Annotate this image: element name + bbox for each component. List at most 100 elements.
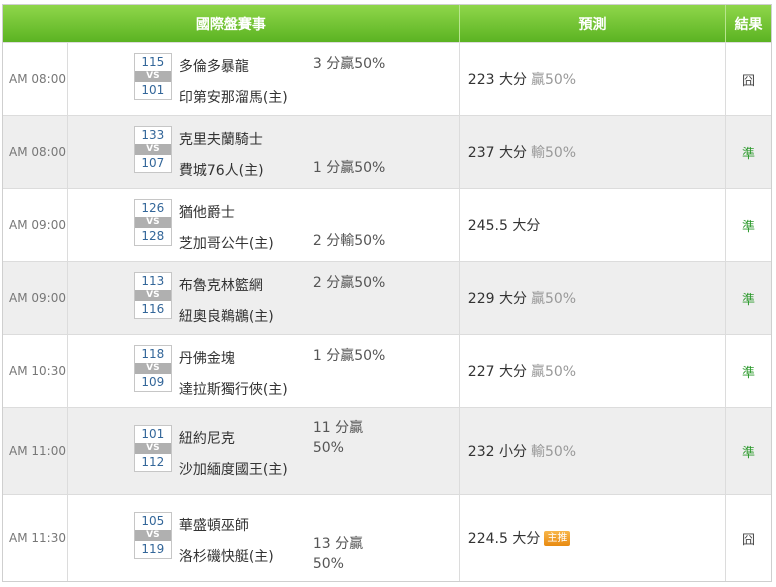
match-time: AM 08:00 [3, 43, 68, 115]
prediction-cell: 229 大分 贏50% [460, 262, 727, 334]
prediction-value: 237 大分 [467, 145, 527, 161]
prediction-cell: 245.5 大分 [460, 189, 727, 261]
match-cell: 133 VS 107 克里夫蘭騎士 費城76人(主) 1 分贏50% [68, 116, 460, 188]
table-row: AM 10:30 118 VS 109 丹佛金塊達拉斯獨行俠(主) 1 分贏50% 227 … [3, 334, 771, 407]
spread-odds: 2 分贏50% [312, 275, 386, 291]
match-cell: 105 VS 119 華盛頓巫師洛杉磯快艇(主) 13 分贏 50% [68, 495, 460, 581]
team-away[interactable]: 猶他爵士 [179, 202, 235, 222]
score-home: 116 [141, 302, 165, 316]
score-home: 128 [141, 229, 165, 243]
table-header: 國際盤賽事 預測 結果 [3, 5, 771, 42]
match-time: AM 11:00 [3, 408, 68, 494]
score-box: 105 VS 119 [133, 512, 172, 559]
score-away: 133 [141, 128, 165, 142]
prediction-value: 229 大分 [467, 291, 527, 307]
score-away: 118 [141, 347, 165, 361]
spread-odds: 1 分贏50% [312, 160, 386, 176]
table-body: AM 08:00 115 VS 101 多倫多暴龍 印第安那溜馬(主) 3 分贏50% 223… [3, 42, 771, 581]
prediction-value: 245.5 大分 [467, 218, 541, 234]
featured-badge: 主推 [544, 530, 571, 546]
score-box: 133 VS 107 [133, 126, 172, 173]
vs-label: VS [134, 443, 171, 454]
result-status: 準 [742, 365, 756, 381]
prediction-odds: 贏50% [530, 72, 577, 88]
score-home: 101 [141, 83, 165, 97]
team-home[interactable]: 紐奧良鵜鶘(主) [179, 306, 274, 326]
match-table: 國際盤賽事 預測 結果 AM 08:00 115 VS 101 多倫多暴龍 印第安那溜馬(… [2, 4, 772, 582]
team-away[interactable]: 多倫多暴龍 [179, 56, 249, 76]
team-away[interactable]: 克里夫蘭騎士 [179, 129, 263, 149]
score-box: 113 VS 116 [133, 272, 172, 319]
match-time: AM 08:00 [3, 116, 68, 188]
prediction-odds: 贏50% [530, 364, 577, 380]
prediction-cell: 232 小分 輸50% [460, 408, 727, 494]
team-away[interactable]: 丹佛金塊 [179, 348, 235, 368]
score-box: 126 VS 128 [133, 199, 172, 246]
team-home[interactable]: 印第安那溜馬(主) [179, 87, 288, 107]
score-away: 105 [141, 514, 165, 528]
vs-label: VS [134, 530, 171, 541]
team-home[interactable]: 達拉斯獨行俠(主) [179, 379, 288, 399]
vs-label: VS [134, 71, 171, 82]
table-row: AM 09:00 113 VS 116 布魯克林籃網 紐奧良鵜鶘(主) 2 分贏50% 229… [3, 261, 771, 334]
table-row: AM 11:00 101 VS 112 紐約尼克沙加緬度國王(主) 11 分贏 50% 232… [3, 407, 771, 494]
result-status: 囧 [742, 532, 756, 548]
spread-odds: 3 分贏50% [312, 56, 386, 72]
result-status: 準 [742, 445, 756, 461]
score-box: 101 VS 112 [133, 425, 172, 472]
vs-label: VS [134, 363, 171, 374]
prediction-odds: 輸50% [530, 444, 577, 460]
result-status: 囧 [742, 73, 756, 89]
score-box: 115 VS 101 [133, 53, 172, 100]
team-away[interactable]: 華盛頓巫師 [179, 515, 249, 535]
prediction-value: 227 大分 [467, 364, 527, 380]
team-away[interactable]: 布魯克林籃網 [179, 275, 263, 295]
match-time: AM 11:30 [3, 495, 68, 581]
spread-odds: 1 分贏50% [312, 348, 386, 364]
prediction-cell: 227 大分 贏50% [460, 335, 727, 407]
team-away[interactable]: 紐約尼克 [179, 428, 235, 448]
prediction-value: 223 大分 [467, 72, 527, 88]
team-home[interactable]: 費城76人(主) [179, 160, 264, 180]
prediction-value: 224.5 大分 [467, 531, 541, 547]
spread-odds: 11 分贏 50% [312, 420, 364, 456]
table-row: AM 11:30 105 VS 119 華盛頓巫師洛杉磯快艇(主) 13 分贏 50% 224… [3, 494, 771, 581]
score-away: 101 [141, 427, 165, 441]
prediction-cell: 237 大分 輸50% [460, 116, 727, 188]
prediction-value: 232 小分 [467, 444, 527, 460]
score-box: 118 VS 109 [133, 345, 172, 392]
match-cell: 126 VS 128 猶他爵士芝加哥公牛(主) 2 分輸50% [68, 189, 460, 261]
match-cell: 101 VS 112 紐約尼克沙加緬度國王(主) 11 分贏 50% [68, 408, 460, 494]
vs-label: VS [134, 217, 171, 228]
prediction-cell: 224.5 大分 主推 [460, 495, 727, 581]
score-home: 119 [141, 542, 165, 556]
header-matches: 國際盤賽事 [3, 5, 460, 42]
header-prediction: 預測 [460, 5, 727, 42]
match-cell: 118 VS 109 丹佛金塊達拉斯獨行俠(主) 1 分贏50% [68, 335, 460, 407]
prediction-odds: 贏50% [530, 291, 577, 307]
score-home: 107 [141, 156, 165, 170]
score-home: 112 [141, 455, 165, 469]
result-status: 準 [742, 219, 756, 235]
spread-odds: 2 分輸50% [312, 233, 386, 249]
match-time: AM 09:00 [3, 189, 68, 261]
prediction-cell: 223 大分 贏50% [460, 43, 727, 115]
spread-odds: 13 分贏 50% [312, 536, 364, 572]
match-cell: 113 VS 116 布魯克林籃網 紐奧良鵜鶘(主) 2 分贏50% [68, 262, 460, 334]
vs-label: VS [134, 144, 171, 155]
header-result: 結果 [734, 16, 763, 33]
score-away: 126 [141, 201, 165, 215]
team-home[interactable]: 芝加哥公牛(主) [179, 233, 274, 253]
result-status: 準 [742, 292, 756, 308]
team-home[interactable]: 洛杉磯快艇(主) [179, 546, 274, 566]
match-cell: 115 VS 101 多倫多暴龍印第安那溜馬(主) 3 分贏50% [68, 43, 460, 115]
score-home: 109 [141, 375, 165, 389]
match-time: AM 10:30 [3, 335, 68, 407]
score-away: 115 [141, 55, 165, 69]
table-row: AM 08:00 133 VS 107 克里夫蘭騎士 費城76人(主) 1 分贏50% 237… [3, 115, 771, 188]
table-row: AM 09:00 126 VS 128 猶他爵士芝加哥公牛(主) 2 分輸50% 245.5… [3, 188, 771, 261]
match-time: AM 09:00 [3, 262, 68, 334]
vs-label: VS [134, 290, 171, 301]
table-row: AM 08:00 115 VS 101 多倫多暴龍印第安那溜馬(主) 3 分贏50% 223… [3, 42, 771, 115]
team-home[interactable]: 沙加緬度國王(主) [179, 459, 288, 479]
